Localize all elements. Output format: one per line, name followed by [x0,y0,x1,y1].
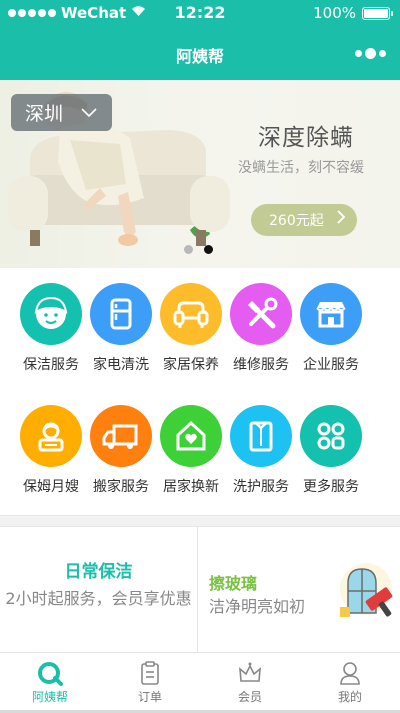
service-label: 维修服务 [233,357,289,373]
tools-icon [230,283,292,345]
service-grid: 保洁服务 家电清洗 家居保养 维修服务 企业服务保姆月嫂 搬家服务 居家换新 洗护服务 更多服务 [0,268,400,515]
storefront-icon [300,283,362,345]
battery-icon [362,6,393,20]
shirt-icon [230,405,292,467]
service-item[interactable]: 居家换新 [151,405,231,496]
service-item[interactable]: 更多服务 [291,405,371,496]
user-icon [336,659,364,687]
feature-card-daily-cleaning[interactable]: 日常保洁 2小时起服务，会员享优惠 [0,527,198,652]
service-item[interactable]: 维修服务 [221,283,301,374]
chevron-down-icon [81,103,97,122]
service-label: 保姆月嫂 [23,479,79,495]
service-label: 企业服务 [303,357,359,373]
service-item[interactable]: 家电清洗 [81,283,161,374]
tab-item[interactable]: 会员 [200,653,300,713]
bottom-tab-bar: 阿姨帮 订单 会员 我的 [0,652,400,713]
status-bar: WeChat 12:22 100% [0,0,400,28]
fridge-icon [90,283,152,345]
service-label: 更多服务 [303,479,359,495]
service-item[interactable]: 保洁服务 [11,283,91,374]
tab-label: 会员 [237,690,262,704]
sofa-icon [160,283,222,345]
window-cleaning-icon [336,557,398,625]
service-item[interactable]: 保姆月嫂 [11,405,91,496]
feature-title: 日常保洁 [64,562,133,582]
battery-group: 100% [313,4,393,22]
battery-percent: 100% [313,4,356,22]
service-label: 居家换新 [163,479,219,495]
home-logo-icon [36,659,64,687]
navigation-bar: 阿姨帮 [0,28,400,80]
feature-desc: 洁净明亮如初 [209,597,306,616]
promo-title: 深度除螨 [258,125,354,151]
banner-pager [184,245,213,254]
promo-banner[interactable]: 深圳 深度除螨 没螨生活，刻不容缓 260元起 [0,80,400,268]
tab-item[interactable]: 阿姨帮 [0,653,100,713]
pager-dot[interactable] [184,245,193,254]
feature-desc: 2小时起服务，会员享优惠 [5,589,192,608]
city-selector[interactable]: 深圳 [11,94,112,131]
service-item[interactable]: 家居保养 [151,283,231,374]
service-label: 家居保养 [163,357,219,373]
tab-item[interactable]: 我的 [300,653,400,713]
nanny-icon [20,405,82,467]
clipboard-icon [136,659,164,687]
feature-cards: 日常保洁 2小时起服务，会员享优惠 擦玻璃 洁净明亮如初 [0,527,400,652]
tab-item[interactable]: 订单 [100,653,200,713]
cleaner-face-icon [20,283,82,345]
service-label: 洗护服务 [233,479,289,495]
promo-subtitle: 没螨生活，刻不容缓 [238,160,364,176]
service-label: 家电清洗 [93,357,149,373]
service-label: 搬家服务 [93,479,149,495]
grid-more-icon [300,405,362,467]
service-label: 保洁服务 [23,357,79,373]
pager-dot[interactable] [204,245,213,254]
service-item[interactable]: 企业服务 [291,283,371,374]
more-options-button[interactable] [355,48,386,59]
tab-label: 阿姨帮 [31,690,68,704]
house-heart-icon [160,405,222,467]
city-name: 深圳 [25,103,64,125]
feature-card-window-cleaning[interactable]: 擦玻璃 洁净明亮如初 [199,527,400,652]
service-item[interactable]: 洗护服务 [221,405,301,496]
chevron-right-icon [336,209,346,229]
tab-label: 订单 [137,690,162,704]
truck-icon [90,405,152,467]
tab-label: 我的 [337,690,362,704]
service-item[interactable]: 搬家服务 [81,405,161,496]
crown-icon [236,659,264,687]
page-title: 阿姨帮 [175,47,224,66]
promo-price-label: 260元起 [269,213,324,229]
section-divider [0,515,400,527]
feature-title: 擦玻璃 [209,574,258,593]
promo-price-button[interactable]: 260元起 [251,204,357,236]
